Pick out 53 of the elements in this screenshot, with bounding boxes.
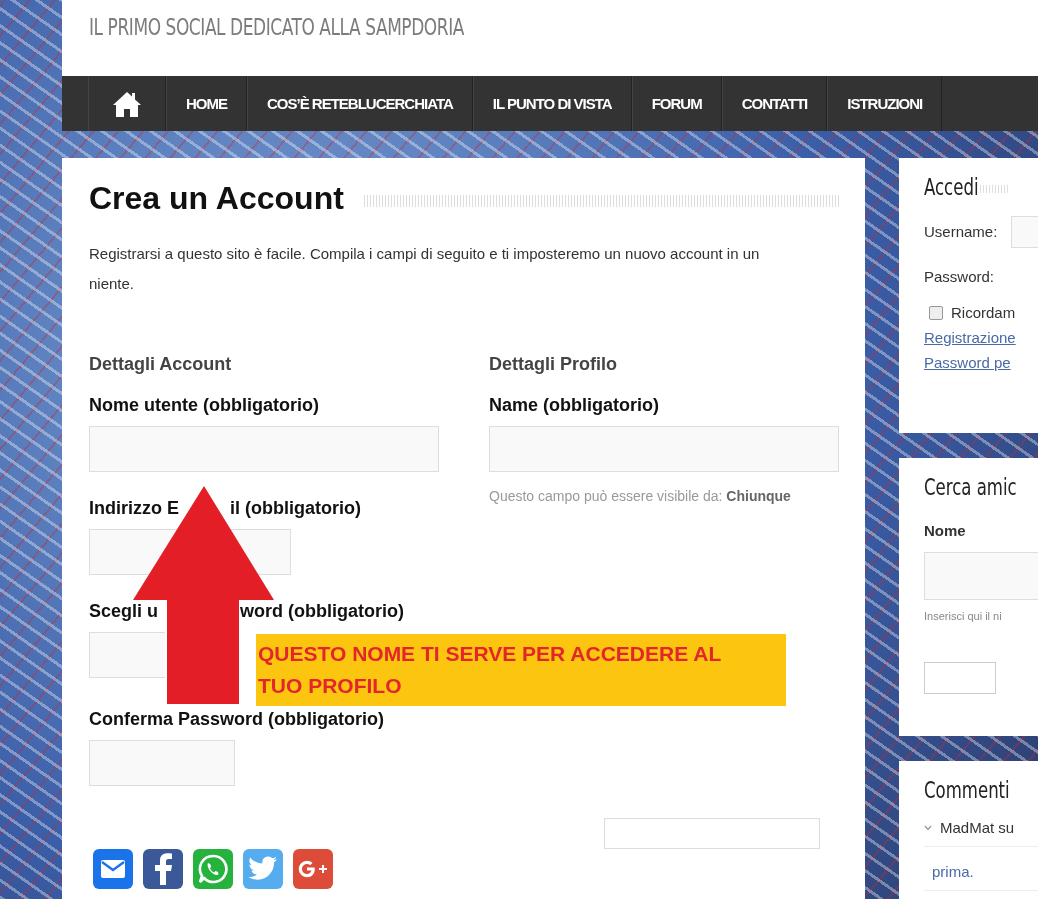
- field-label: Name (obbligatorio): [489, 395, 659, 416]
- intro-text: Registrarsi a questo sito è facile. Compila i campi di seguito e ti imposteremo un nuovo account in un niente.: [89, 244, 761, 294]
- facebook-icon: [153, 853, 173, 885]
- google-plus-icon: [298, 860, 328, 878]
- home-nav-link[interactable]: [88, 76, 166, 131]
- field-label: Password:: [924, 268, 995, 285]
- field-label: il (obbligatorio): [230, 498, 361, 519]
- input-field[interactable]: [89, 426, 439, 472]
- facebook-share-button[interactable]: [143, 849, 183, 889]
- checkbox-label: Ricordam: [951, 304, 1016, 321]
- email-share-button[interactable]: [93, 849, 133, 889]
- nav-link[interactable]: FORUM: [631, 76, 722, 131]
- nav-link[interactable]: ISTRUZIONI: [827, 76, 943, 131]
- twitter-share-button[interactable]: [243, 849, 283, 889]
- widget-title: Commenti: [924, 777, 1010, 803]
- input-field[interactable]: [489, 426, 839, 472]
- input-field[interactable]: [924, 552, 1038, 600]
- whatsapp-share-button[interactable]: [193, 849, 233, 889]
- bird-icon: [248, 856, 278, 882]
- section-heading: Dettagli Profilo: [489, 354, 618, 375]
- site-tagline: IL PRIMO SOCIAL DEDICATO ALLA SAMPDORIA: [89, 14, 464, 40]
- home-icon: [112, 89, 142, 118]
- google-share-button[interactable]: [293, 849, 333, 889]
- sidebar-link[interactable]: Password pe: [924, 354, 1038, 371]
- field-hint: Inserisci qui il ni: [924, 610, 1003, 622]
- envelope-icon: [100, 859, 126, 879]
- widget-title: Accedi: [924, 174, 979, 200]
- comment-text: prima.: [932, 863, 974, 880]
- nav-link[interactable]: COS’È RETEBLUCERCHIATA: [247, 76, 473, 131]
- field-label: Scegli u: [89, 601, 159, 622]
- whatsapp-icon: [198, 854, 228, 884]
- visibility-hint: Questo campo può essere visibile da: Chiunque: [489, 488, 792, 504]
- nav-link[interactable]: IL PUNTO DI VISTA: [472, 76, 632, 131]
- input-field[interactable]: [89, 740, 235, 786]
- section-heading: Dettagli Account: [89, 354, 233, 375]
- field-label: word (obbligatorio): [240, 601, 404, 622]
- page-title: Crea un Account: [89, 180, 344, 217]
- checkbox[interactable]: [929, 305, 943, 320]
- nav-link[interactable]: HOME: [166, 76, 247, 131]
- search-button[interactable]: [924, 662, 996, 694]
- chevron-icon: [924, 824, 932, 831]
- field-label: Indirizzo E: [89, 498, 179, 519]
- widget-title: Cerca amic: [924, 474, 1017, 500]
- input-field[interactable]: [89, 632, 165, 678]
- field-label: Username:: [924, 223, 998, 240]
- sidebar-link[interactable]: Registrazione: [924, 329, 1038, 346]
- field-label: Nome utente (obbligatorio): [89, 395, 319, 416]
- comment-text: MadMat su: [940, 819, 1015, 836]
- field-label: Conferma Password (obbligatorio): [89, 709, 385, 730]
- nav-link[interactable]: CONTATTI: [721, 76, 828, 131]
- callout-note: QUESTO NOME TI SERVE PER ACCEDERE AL TUO PROFILO: [256, 634, 786, 706]
- field-label: Nome: [924, 522, 967, 539]
- input-field[interactable]: [604, 818, 820, 849]
